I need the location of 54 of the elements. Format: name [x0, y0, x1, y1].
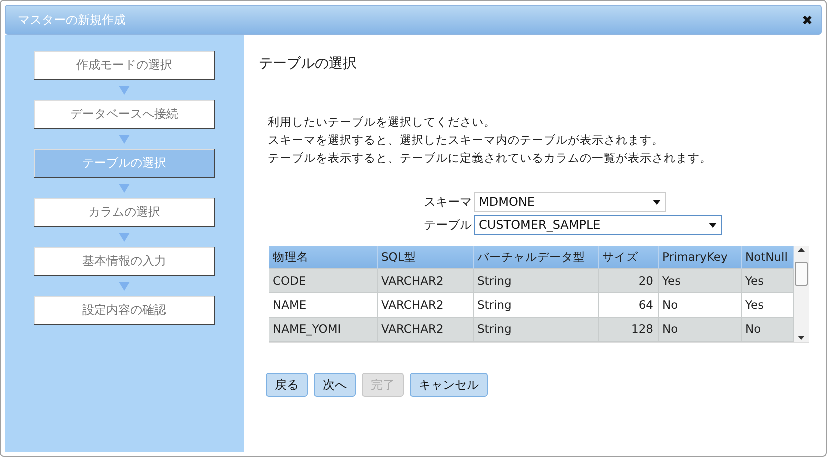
column-header[interactable]: NotNull [741, 246, 793, 268]
table-cell: No [658, 317, 741, 342]
wizard-step: 設定内容の確認 [34, 296, 215, 325]
caret-icon [653, 200, 661, 204]
table-label: テーブル [424, 216, 472, 234]
scrollbar[interactable] [794, 246, 809, 342]
table-dropdown[interactable]: CUSTOMER_SAMPLE [474, 215, 722, 235]
window-title: マスターの新規作成 [18, 12, 126, 28]
table-cell: 20 [598, 268, 658, 293]
table-cell: Yes [741, 292, 793, 318]
table-cell: No [658, 292, 741, 318]
down-arrow-icon [119, 282, 130, 291]
down-arrow-icon [119, 86, 130, 95]
table-cell: String [473, 292, 598, 318]
column-header[interactable]: サイズ [598, 246, 658, 268]
column-header[interactable]: SQL型 [377, 246, 473, 268]
table-cell: 64 [598, 292, 658, 318]
column-header[interactable]: バーチャルデータ型 [473, 246, 598, 268]
table-cell: Yes [658, 268, 741, 293]
wizard-button[interactable]: キャンセル [410, 373, 488, 397]
caret-icon [709, 222, 717, 228]
column-header[interactable]: 物理名 [269, 246, 377, 268]
instruction-text: テーブルを表示すると、テーブルに定義されているカラムの一覧が表示されます。 [268, 151, 713, 166]
table-cell: VARCHAR2 [377, 292, 473, 318]
wizard-step: 作成モードの選択 [34, 51, 215, 80]
table-cell: No [741, 317, 793, 342]
table-cell: VARCHAR2 [377, 317, 473, 342]
wizard-step: 基本情報の入力 [34, 247, 215, 276]
down-arrow-icon [119, 184, 130, 193]
section-heading: テーブルの選択 [259, 55, 358, 73]
wizard-button[interactable]: 次へ [314, 373, 356, 397]
instruction-text: スキーマを選択すると、選択したスキーマ内のテーブルが表示されます。 [268, 133, 665, 148]
schema-label: スキーマ [424, 194, 472, 210]
table-cell: NAME [269, 292, 377, 318]
table-cell: 128 [598, 317, 658, 342]
schema-dropdown[interactable]: MDMONE [474, 192, 666, 212]
table-cell: String [473, 317, 598, 342]
instruction-text: 利用したいテーブルを選択してください。 [268, 115, 497, 130]
wizard-step: テーブルの選択 [34, 149, 215, 178]
close-button[interactable]: ✖ [802, 12, 813, 28]
table-cell: VARCHAR2 [377, 268, 473, 293]
wizard-step: カラムの選択 [34, 198, 215, 227]
table-cell: CODE [269, 268, 377, 293]
table-cell: NAME_YOMI [269, 317, 377, 342]
column-header[interactable]: PrimaryKey [658, 246, 741, 268]
down-arrow-icon [119, 233, 130, 242]
wizard-button[interactable]: 戻る [266, 373, 308, 397]
scroll-down-icon [798, 336, 805, 340]
scroll-up-icon [798, 248, 805, 252]
table-cell: Yes [741, 268, 793, 293]
wizard-step: データベースへ接続 [34, 100, 215, 129]
scrollbar-thumb[interactable] [794, 262, 808, 286]
table-cell: String [473, 268, 598, 293]
down-arrow-icon [119, 135, 130, 144]
